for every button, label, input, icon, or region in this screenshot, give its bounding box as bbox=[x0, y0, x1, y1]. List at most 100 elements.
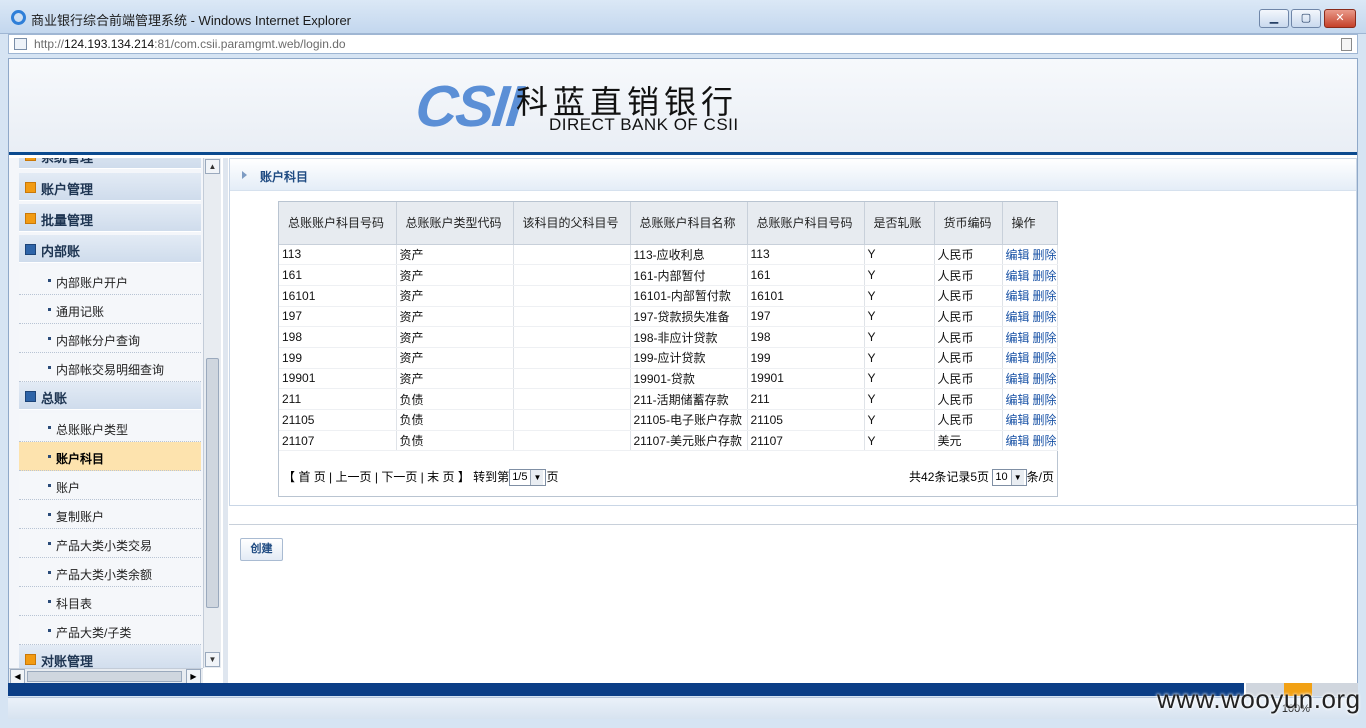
sidebar-item-5[interactable]: 内部帐分户查询 bbox=[19, 324, 201, 353]
last-page-link[interactable]: 末 页 bbox=[427, 470, 454, 484]
table-cell: 198 bbox=[747, 326, 865, 348]
sidebar-nav: 系统管理账户管理批量管理内部账内部账户开户通用记账内部帐分户查询内部帐交易明细查… bbox=[9, 158, 203, 678]
prev-page-link[interactable]: 上一页 bbox=[336, 470, 372, 484]
sidebar-item-label: 产品大类/子类 bbox=[56, 626, 132, 640]
sidebar-item-4[interactable]: 通用记账 bbox=[19, 295, 201, 324]
column-header: 货币编码 bbox=[934, 202, 1003, 245]
bullet-icon bbox=[48, 484, 51, 487]
bullet-icon bbox=[48, 571, 51, 574]
scroll-up-arrow-icon[interactable]: ▲ bbox=[205, 159, 220, 174]
delete-link[interactable]: 删除 bbox=[1033, 434, 1056, 448]
page-size-value: 10 bbox=[995, 471, 1008, 484]
delete-link[interactable]: 删除 bbox=[1033, 413, 1056, 427]
sidebar-item-3[interactable]: 内部账户开户 bbox=[19, 266, 201, 295]
certificate-icon[interactable] bbox=[1341, 38, 1352, 51]
close-button[interactable]: ✕ bbox=[1324, 9, 1356, 28]
page-select-value: 1/5 bbox=[512, 471, 528, 484]
sidebar-item-6[interactable]: 内部帐交易明细查询 bbox=[19, 353, 201, 382]
table-row: 21107 负债 21107-美元账户存款 21107 Y 美元 编辑 删除 bbox=[279, 430, 1058, 452]
table-cell: 113 bbox=[279, 244, 397, 266]
edit-link[interactable]: 编辑 bbox=[1006, 351, 1030, 365]
delete-link[interactable]: 删除 bbox=[1033, 331, 1056, 345]
table-cell: 资产 bbox=[396, 306, 514, 328]
maximize-button[interactable]: ▢ bbox=[1291, 9, 1321, 28]
folder-icon bbox=[25, 158, 36, 161]
panel-header: 账户科目 bbox=[230, 159, 1356, 191]
pager-bracket-open: 【 bbox=[283, 470, 296, 484]
edit-link[interactable]: 编辑 bbox=[1006, 372, 1030, 386]
scroll-thumb[interactable] bbox=[206, 358, 219, 608]
status-bar: 100% bbox=[8, 697, 1358, 719]
sidebar-item-label: 复制账户 bbox=[56, 510, 105, 524]
expand-icon bbox=[25, 391, 36, 402]
sidebar-item-13[interactable]: 产品大类小类余额 bbox=[19, 558, 201, 587]
sidebar-item-label: 产品大类小类余额 bbox=[56, 568, 153, 582]
sidebar-item-12[interactable]: 产品大类小类交易 bbox=[19, 529, 201, 558]
scroll-right-arrow-icon[interactable]: ▶ bbox=[186, 669, 201, 684]
sidebar-item-8[interactable]: 总账账户类型 bbox=[19, 413, 201, 442]
table-cell bbox=[513, 347, 631, 369]
table-cell: 199-应计贷款 bbox=[630, 347, 748, 369]
bank-name-en: DIRECT BANK OF CSII bbox=[549, 115, 739, 134]
sidebar-horizontal-scrollbar[interactable]: ◀ ▶ bbox=[9, 668, 203, 684]
edit-link[interactable]: 编辑 bbox=[1006, 413, 1030, 427]
frame-divider[interactable] bbox=[223, 158, 228, 686]
sidebar-group-cut[interactable]: 系统管理 bbox=[19, 158, 201, 169]
address-bar[interactable]: http://124.193.134.214:81/com.csii.param… bbox=[8, 34, 1358, 54]
delete-link[interactable]: 删除 bbox=[1033, 351, 1056, 365]
sidebar-item-11[interactable]: 复制账户 bbox=[19, 500, 201, 529]
sidebar-item-14[interactable]: 科目表 bbox=[19, 587, 201, 616]
sidebar-group-7[interactable]: 总账 bbox=[19, 382, 201, 410]
delete-link[interactable]: 删除 bbox=[1033, 372, 1056, 386]
row-actions: 编辑 删除 bbox=[1002, 306, 1058, 328]
minimize-button[interactable]: ▁ bbox=[1259, 9, 1289, 28]
first-page-link[interactable]: 首 页 bbox=[298, 470, 325, 484]
pager-bracket-close: 】 bbox=[457, 470, 470, 484]
scroll-down-arrow-icon[interactable]: ▼ bbox=[205, 652, 220, 667]
table-cell: 21107 bbox=[747, 430, 865, 452]
delete-link[interactable]: 删除 bbox=[1033, 393, 1056, 407]
page-size-select[interactable]: 10 ▼ bbox=[992, 469, 1027, 487]
pager-nav: 【 首 页 | 上一页 | 下一页 | 末 页 】 转到第 1/5 ▼ 页 bbox=[283, 468, 559, 487]
sidebar-group-2[interactable]: 内部账 bbox=[19, 235, 201, 263]
edit-link[interactable]: 编辑 bbox=[1006, 248, 1030, 262]
edit-link[interactable]: 编辑 bbox=[1006, 269, 1030, 283]
delete-link[interactable]: 删除 bbox=[1033, 310, 1056, 324]
sidebar-group-1[interactable]: 批量管理 bbox=[19, 204, 201, 232]
sidebar-group-label: 系统管理 bbox=[41, 158, 93, 166]
edit-link[interactable]: 编辑 bbox=[1006, 331, 1030, 345]
table-cell: 16101-内部暂付款 bbox=[630, 285, 748, 307]
chevron-down-icon: ▼ bbox=[1010, 470, 1024, 486]
edit-link[interactable]: 编辑 bbox=[1006, 434, 1030, 448]
page-select[interactable]: 1/5 ▼ bbox=[509, 469, 547, 487]
sidebar-item-15[interactable]: 产品大类/子类 bbox=[19, 616, 201, 645]
sidebar-item-10[interactable]: 账户 bbox=[19, 471, 201, 500]
delete-link[interactable]: 删除 bbox=[1033, 248, 1056, 262]
sidebar-vertical-scrollbar[interactable]: ▲ ▼ bbox=[203, 158, 221, 668]
edit-link[interactable]: 编辑 bbox=[1006, 393, 1030, 407]
delete-link[interactable]: 删除 bbox=[1033, 269, 1056, 283]
table-cell: Y bbox=[864, 347, 935, 369]
account-subject-panel: 账户科目 总账账户科目号码 总账账户类型代码 该科目的父科目号 总账账户科目名称 总账账… bbox=[229, 158, 1357, 506]
table-cell: 211 bbox=[279, 388, 397, 410]
table-cell: 199 bbox=[747, 347, 865, 369]
table-cell: 197 bbox=[747, 306, 865, 328]
internet-explorer-icon bbox=[11, 10, 26, 25]
delete-link[interactable]: 删除 bbox=[1033, 289, 1056, 303]
bullet-icon bbox=[48, 366, 51, 369]
column-header: 总账账户类型代码 bbox=[396, 202, 514, 245]
create-button[interactable]: 创建 bbox=[240, 538, 283, 561]
bullet-icon bbox=[48, 542, 51, 545]
edit-link[interactable]: 编辑 bbox=[1006, 310, 1030, 324]
next-page-link[interactable]: 下一页 bbox=[381, 470, 417, 484]
edit-link[interactable]: 编辑 bbox=[1006, 289, 1030, 303]
url-text[interactable]: http://124.193.134.214:81/com.csii.param… bbox=[34, 37, 346, 51]
hscroll-thumb[interactable] bbox=[27, 671, 182, 682]
sidebar-item-9[interactable]: 账户科目 bbox=[19, 442, 201, 471]
table-cell: 161 bbox=[279, 264, 397, 286]
bullet-icon bbox=[48, 426, 51, 429]
scroll-left-arrow-icon[interactable]: ◀ bbox=[10, 669, 25, 684]
row-actions: 编辑 删除 bbox=[1002, 409, 1058, 431]
sidebar-group-0[interactable]: 账户管理 bbox=[19, 173, 201, 201]
table-cell bbox=[513, 326, 631, 348]
